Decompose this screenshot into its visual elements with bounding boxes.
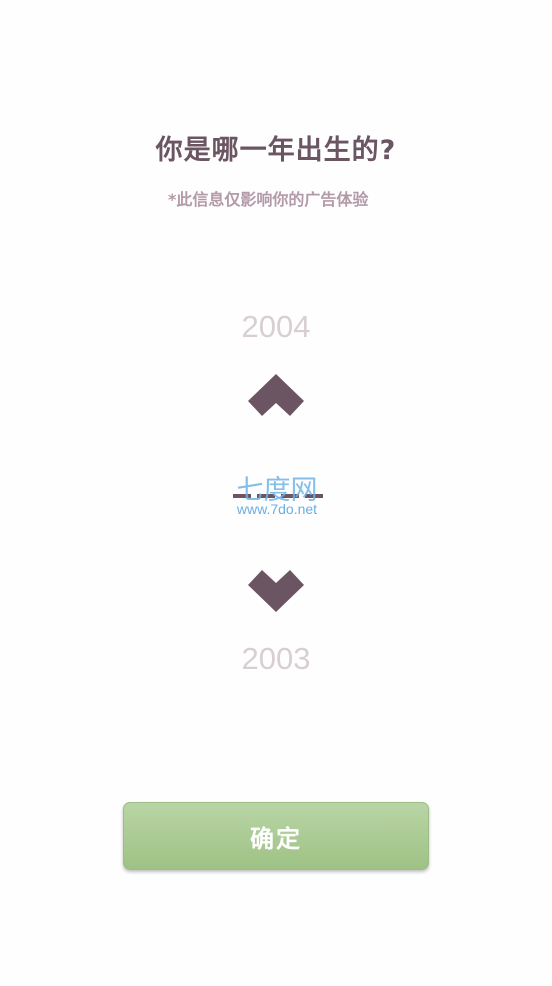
confirm-button[interactable]: 确定	[123, 802, 429, 870]
next-year-option[interactable]: 2003	[0, 641, 552, 677]
placeholder-dash	[305, 494, 323, 498]
placeholder-dash	[281, 494, 299, 498]
placeholder-dash	[257, 494, 275, 498]
page-title: 你是哪一年出生的?	[155, 135, 397, 166]
chevron-down-icon	[248, 570, 304, 612]
watermark-logo-text: 七度网	[236, 475, 318, 506]
current-year-placeholder	[233, 494, 323, 500]
watermark-url: www.7do.net	[236, 501, 318, 517]
chevron-up-icon	[248, 374, 304, 416]
placeholder-dash	[233, 494, 251, 498]
year-down-button[interactable]	[240, 560, 312, 616]
birth-year-screen: 你是哪一年出生的? *此信息仅影响你的广告体验 2004 七度网 www.7do…	[0, 0, 552, 986]
year-up-button[interactable]	[240, 370, 312, 426]
previous-year-option[interactable]: 2004	[0, 309, 552, 345]
page-subtitle: *此信息仅影响你的广告体验	[168, 190, 369, 209]
confirm-button-label: 确定	[250, 824, 302, 853]
